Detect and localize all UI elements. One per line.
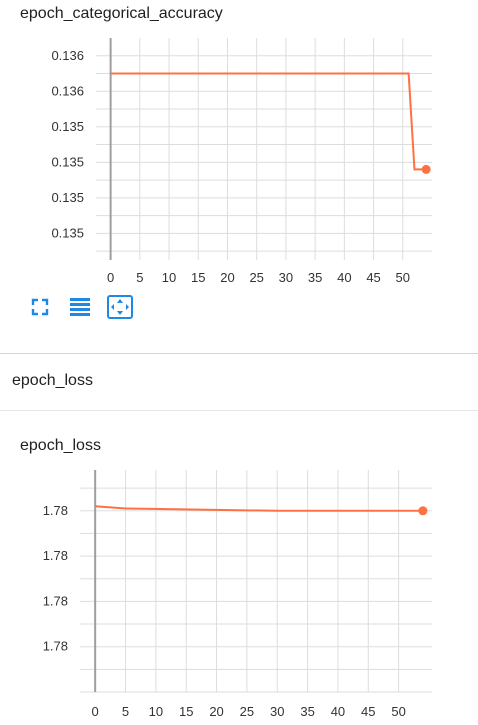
- series-line: [95, 505, 423, 512]
- x-tick-label: 25: [240, 704, 254, 719]
- x-tick-label: 45: [366, 270, 380, 285]
- x-tick-label: 10: [149, 704, 163, 719]
- y-tick-label: 0.136: [51, 48, 84, 63]
- x-tick-label: 35: [300, 704, 314, 719]
- x-tick-label: 30: [279, 270, 293, 285]
- fit-domain-icon: [107, 295, 133, 319]
- x-tick-label: 50: [391, 704, 405, 719]
- x-tick-label: 50: [396, 270, 410, 285]
- y-tick-label: 1.78: [43, 548, 68, 563]
- series-line: [110, 72, 427, 171]
- series-end-point[interactable]: [421, 164, 431, 174]
- y-tick-label: 0.135: [51, 154, 84, 169]
- section-header-divider: [0, 410, 478, 411]
- accuracy-chart: 0.136 0.136 0.135 0.135 0.135 0.135 0 5 10 15 20 25…: [51, 38, 432, 285]
- toggle-data-table-button[interactable]: [66, 294, 94, 320]
- fit-domain-button[interactable]: [106, 294, 134, 320]
- y-tick-label: 1.78: [43, 593, 68, 608]
- x-tick-label: 15: [191, 270, 205, 285]
- x-tick-label: 5: [122, 704, 129, 719]
- y-tick-label: 0.135: [51, 190, 84, 205]
- x-tick-label: 0: [107, 270, 114, 285]
- series-end-point[interactable]: [418, 506, 428, 516]
- section-header-epoch-loss[interactable]: epoch_loss: [12, 372, 93, 390]
- y-tick-label: 1.78: [43, 503, 68, 518]
- x-tick-label: 15: [179, 704, 193, 719]
- section-divider: [0, 353, 478, 354]
- x-tick-label: 45: [361, 704, 375, 719]
- x-tick-label: 25: [249, 270, 263, 285]
- x-tick-label: 40: [331, 704, 345, 719]
- data-table-icon: [70, 298, 90, 316]
- y-tick-label: 0.135: [51, 225, 84, 240]
- expand-icon: [31, 298, 49, 316]
- y-tick-label: 1.78: [43, 639, 68, 654]
- loss-chart: 1.78 1.78 1.78 1.78 0 5 10 15 20 25 30 35 40 45 50: [43, 470, 432, 719]
- x-tick-label: 20: [220, 270, 234, 285]
- x-tick-label: 30: [270, 704, 284, 719]
- x-tick-label: 0: [92, 704, 99, 719]
- y-tick-label: 0.135: [51, 119, 84, 134]
- x-tick-label: 35: [308, 270, 322, 285]
- x-tick-label: 40: [337, 270, 351, 285]
- chart-title-loss: epoch_loss: [20, 437, 101, 454]
- x-tick-label: 10: [162, 270, 176, 285]
- expand-button[interactable]: [26, 294, 54, 320]
- y-tick-label: 0.136: [51, 83, 84, 98]
- x-tick-label: 20: [209, 704, 223, 719]
- x-tick-label: 5: [136, 270, 143, 285]
